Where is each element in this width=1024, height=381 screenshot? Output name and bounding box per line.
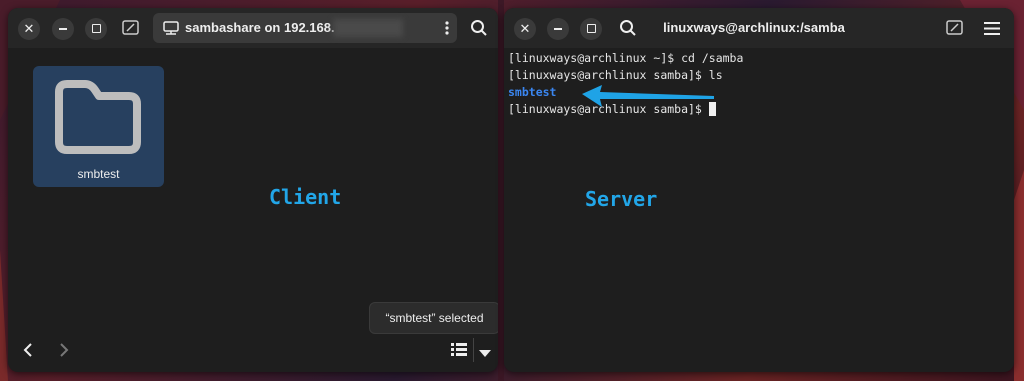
search-icon bbox=[471, 20, 487, 36]
minimize-button[interactable] bbox=[547, 18, 569, 40]
new-tab-button[interactable] bbox=[946, 20, 964, 41]
forward-button[interactable] bbox=[58, 342, 70, 363]
edit-icon bbox=[946, 20, 963, 35]
folder-icon bbox=[55, 80, 141, 154]
edit-icon bbox=[122, 20, 139, 35]
maximize-icon bbox=[586, 24, 596, 34]
close-icon: ✕ bbox=[23, 21, 35, 36]
more-vertical-icon bbox=[445, 21, 449, 35]
list-view-icon bbox=[451, 343, 467, 356]
redacted-ip bbox=[333, 19, 403, 37]
file-manager-headerbar: ✕ sambashare on 192.168. bbox=[8, 8, 498, 48]
maximize-icon bbox=[91, 24, 101, 34]
folder-item[interactable]: smbtest bbox=[33, 66, 164, 187]
sidebar-toggle-button[interactable] bbox=[122, 20, 140, 41]
chevron-left-icon bbox=[23, 343, 32, 357]
view-mode-button[interactable] bbox=[451, 342, 467, 361]
folder-label: smbtest bbox=[77, 167, 120, 181]
chevron-down-icon bbox=[479, 350, 491, 357]
close-icon: ✕ bbox=[519, 21, 531, 36]
search-icon bbox=[620, 20, 636, 36]
back-button[interactable] bbox=[22, 342, 34, 363]
location-menu-button[interactable] bbox=[445, 20, 449, 41]
location-label: sambashare on 192.168. bbox=[185, 20, 335, 35]
terminal-window: ✕ linuxways@archlinux:/samba [linuxways@… bbox=[504, 8, 1014, 372]
chevron-right-icon bbox=[60, 343, 69, 357]
maximize-button[interactable] bbox=[85, 18, 107, 40]
close-button[interactable]: ✕ bbox=[514, 18, 536, 40]
search-button[interactable] bbox=[470, 19, 488, 42]
location-bar[interactable]: sambashare on 192.168. bbox=[153, 13, 457, 43]
client-annotation: Client bbox=[269, 185, 342, 209]
network-drive-icon bbox=[163, 21, 179, 35]
terminal-line: [linuxways@archlinux samba]$ ls bbox=[508, 68, 723, 82]
file-manager-bottombar bbox=[8, 328, 498, 372]
minimize-button[interactable] bbox=[52, 18, 74, 40]
hamburger-menu-icon bbox=[984, 22, 1000, 35]
terminal-headerbar: ✕ linuxways@archlinux:/samba bbox=[504, 8, 1014, 48]
minimize-icon bbox=[59, 28, 67, 31]
close-button[interactable]: ✕ bbox=[18, 18, 40, 40]
menu-button[interactable] bbox=[984, 22, 1000, 40]
terminal-line: [linuxways@archlinux ~]$ cd /samba bbox=[508, 51, 744, 65]
server-annotation: Server bbox=[585, 187, 658, 211]
pointer-arrow-icon bbox=[582, 85, 714, 107]
minimize-icon bbox=[554, 28, 562, 31]
maximize-button[interactable] bbox=[580, 18, 602, 40]
divider bbox=[473, 338, 474, 362]
file-manager-window: ✕ sambashare on 192.168. smbtest Client … bbox=[8, 8, 498, 372]
terminal-title: linuxways@archlinux:/samba bbox=[663, 20, 845, 35]
search-button[interactable] bbox=[619, 19, 637, 42]
view-options-button[interactable] bbox=[479, 345, 491, 363]
